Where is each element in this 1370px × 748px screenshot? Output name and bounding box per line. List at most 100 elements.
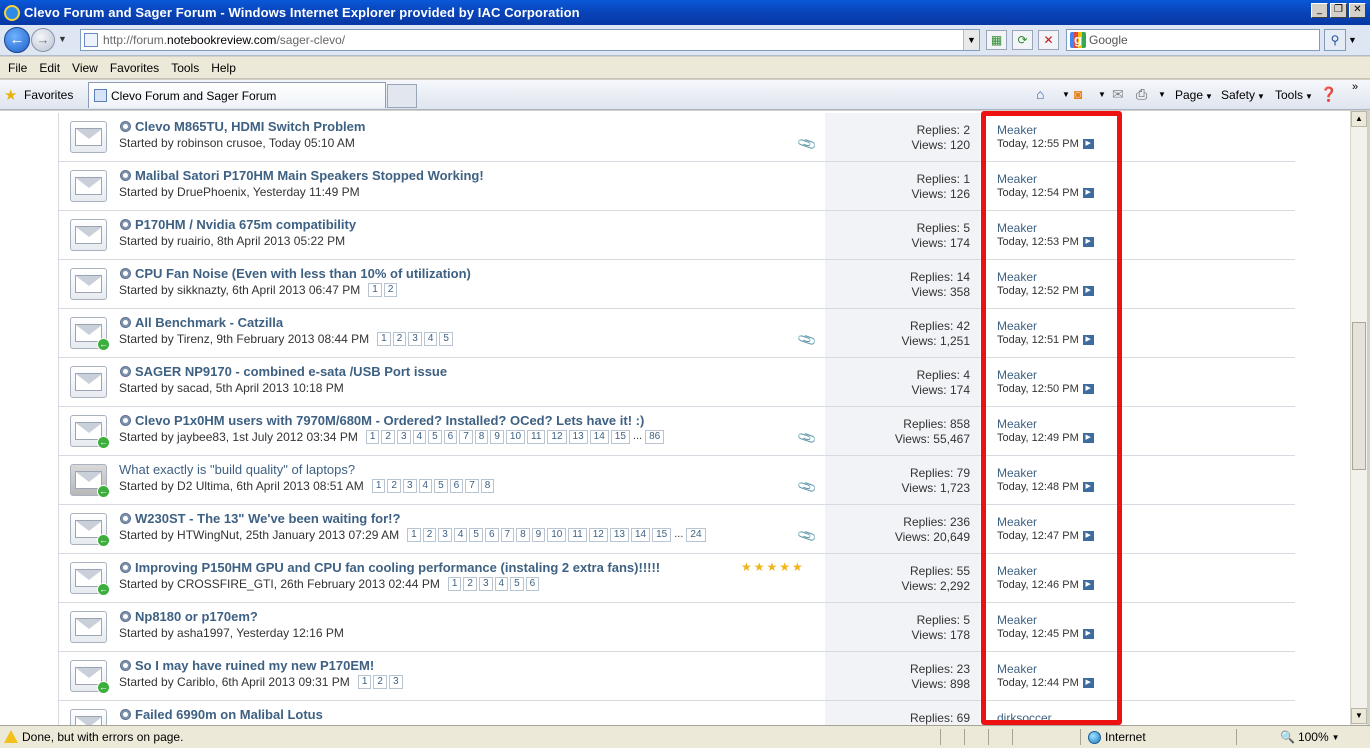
page-link[interactable]: 10 xyxy=(547,528,567,542)
go-to-last-post-icon[interactable]: ▶ xyxy=(1082,580,1094,590)
page-link[interactable]: 24 xyxy=(686,528,706,542)
thread-title-link[interactable]: W230ST - The 13" We've been waiting for!… xyxy=(135,511,400,526)
thread-title-link[interactable]: Malibal Satori P170HM Main Speakers Stop… xyxy=(135,168,484,183)
page-link[interactable]: 2 xyxy=(387,479,401,493)
thread-title-link[interactable]: Clevo P1x0HM users with 7970M/680M - Ord… xyxy=(135,413,644,428)
page-link[interactable]: 4 xyxy=(418,479,433,493)
page-link[interactable]: 12 xyxy=(588,528,608,542)
page-link[interactable]: 3 xyxy=(388,675,403,689)
address-dropdown[interactable]: ▼ xyxy=(963,30,979,50)
first-unread-icon[interactable] xyxy=(120,415,131,426)
page-link[interactable]: 13 xyxy=(568,430,588,444)
print-icon[interactable]: ⎙ xyxy=(1136,86,1147,103)
page-link[interactable]: 86 xyxy=(645,430,665,444)
address-bar[interactable]: http://forum. notebookreview.com/sager-cl… xyxy=(80,29,980,51)
page-link[interactable]: 1 xyxy=(377,332,391,346)
first-unread-icon[interactable] xyxy=(120,219,131,230)
chevron-more-icon[interactable]: » xyxy=(1352,81,1358,93)
tools-menu[interactable]: Tools ▼ xyxy=(1275,88,1313,102)
first-unread-icon[interactable] xyxy=(120,611,131,622)
thread-title-link[interactable]: P170HM / Nvidia 675m compatibility xyxy=(135,217,356,232)
go-to-last-post-icon[interactable]: ▶ xyxy=(1082,139,1094,149)
page-link[interactable]: 4 xyxy=(412,430,427,444)
last-post-user-link[interactable]: Meaker xyxy=(997,368,1037,382)
page-link[interactable]: 3 xyxy=(408,332,422,346)
mail-icon[interactable]: ✉ xyxy=(1112,86,1124,103)
thread-title-link[interactable]: Failed 6990m on Malibal Lotus xyxy=(135,707,323,722)
page-link[interactable]: 6 xyxy=(484,528,499,542)
page-link[interactable]: 1 xyxy=(357,675,372,689)
first-unread-icon[interactable] xyxy=(120,121,131,132)
favorites-star-icon[interactable]: ★ xyxy=(4,86,17,104)
home-dropdown-icon[interactable]: ▼ xyxy=(1062,90,1070,99)
thread-title-link[interactable]: SAGER NP9170 - combined e-sata /USB Port… xyxy=(135,364,447,379)
page-link[interactable]: 1 xyxy=(371,479,386,493)
page-link[interactable]: 5 xyxy=(428,430,442,444)
page-link[interactable]: 8 xyxy=(516,528,530,542)
rss-feed-icon[interactable]: ◙ xyxy=(1074,86,1082,102)
first-unread-icon[interactable] xyxy=(120,317,131,328)
stop-icon[interactable]: ✕ xyxy=(1038,30,1059,50)
feed-dropdown-icon[interactable]: ▼ xyxy=(1098,90,1106,99)
page-link[interactable]: 4 xyxy=(423,332,438,346)
go-to-last-post-icon[interactable]: ▶ xyxy=(1082,678,1094,688)
security-zone[interactable]: Internet xyxy=(1088,730,1146,744)
vertical-scrollbar[interactable]: ▲ ▼ xyxy=(1350,111,1367,725)
menu-tools[interactable]: Tools xyxy=(165,61,205,75)
minimize-button[interactable]: _ xyxy=(1311,3,1328,18)
last-post-user-link[interactable]: Meaker xyxy=(997,319,1037,333)
page-link[interactable]: 15 xyxy=(610,430,630,444)
menu-favorites[interactable]: Favorites xyxy=(104,61,165,75)
thread-title-link[interactable]: CPU Fan Noise (Even with less than 10% o… xyxy=(135,266,471,281)
history-dropdown[interactable]: ▼ xyxy=(58,34,67,44)
page-link[interactable]: 14 xyxy=(630,528,651,542)
attachment-paperclip-icon[interactable]: 📎 xyxy=(796,427,818,449)
maximize-button[interactable]: ❐ xyxy=(1330,3,1347,18)
thread-title-link[interactable]: Np8180 or p170em? xyxy=(135,609,258,624)
page-link[interactable]: 6 xyxy=(449,479,464,493)
scroll-up-button[interactable]: ▲ xyxy=(1351,111,1367,127)
page-menu[interactable]: Page ▼ xyxy=(1175,88,1213,102)
home-icon[interactable]: ⌂ xyxy=(1036,86,1044,102)
last-post-user-link[interactable]: Meaker xyxy=(997,564,1037,578)
close-button[interactable]: ✕ xyxy=(1349,3,1366,18)
scroll-down-button[interactable]: ▼ xyxy=(1351,708,1367,724)
page-link[interactable]: 15 xyxy=(652,528,672,542)
page-link[interactable]: 3 xyxy=(396,430,411,444)
page-link[interactable]: 2 xyxy=(422,528,437,542)
go-to-last-post-icon[interactable]: ▶ xyxy=(1082,433,1094,443)
go-to-last-post-icon[interactable]: ▶ xyxy=(1082,482,1094,492)
scroll-thumb[interactable] xyxy=(1352,322,1366,470)
first-unread-icon[interactable] xyxy=(120,562,131,573)
page-link[interactable]: 6 xyxy=(525,577,540,591)
search-icon[interactable]: ⚲ xyxy=(1324,29,1346,51)
page-link[interactable]: 11 xyxy=(527,430,546,444)
page-link[interactable]: 6 xyxy=(443,430,458,444)
go-to-last-post-icon[interactable]: ▶ xyxy=(1082,188,1094,198)
go-to-last-post-icon[interactable]: ▶ xyxy=(1082,384,1094,394)
page-link[interactable]: 5 xyxy=(434,479,448,493)
last-post-user-link[interactable]: dirksoccer xyxy=(997,711,1052,725)
page-link[interactable]: 1 xyxy=(407,528,421,542)
first-unread-icon[interactable] xyxy=(120,268,131,279)
page-link[interactable]: 14 xyxy=(589,430,609,444)
first-unread-icon[interactable] xyxy=(120,709,131,720)
page-link[interactable]: 3 xyxy=(402,479,417,493)
page-link[interactable]: 10 xyxy=(505,430,526,444)
last-post-user-link[interactable]: Meaker xyxy=(997,123,1037,137)
last-post-user-link[interactable]: Meaker xyxy=(997,515,1037,529)
menu-file[interactable]: File xyxy=(2,61,33,75)
page-link[interactable]: 2 xyxy=(383,283,398,297)
compatibility-icon[interactable]: ▦ xyxy=(986,30,1007,50)
page-link[interactable]: 7 xyxy=(459,430,473,444)
search-options-dropdown[interactable]: ▼ xyxy=(1348,35,1357,45)
attachment-paperclip-icon[interactable]: 📎 xyxy=(796,329,818,351)
page-link[interactable]: 7 xyxy=(500,528,515,542)
attachment-paperclip-icon[interactable]: 📎 xyxy=(796,133,818,155)
menu-view[interactable]: View xyxy=(66,61,104,75)
warning-icon[interactable] xyxy=(4,730,18,743)
go-to-last-post-icon[interactable]: ▶ xyxy=(1082,237,1094,247)
menu-edit[interactable]: Edit xyxy=(33,61,66,75)
refresh-icon[interactable]: ⟳ xyxy=(1012,30,1033,50)
print-dropdown-icon[interactable]: ▼ xyxy=(1158,90,1166,99)
